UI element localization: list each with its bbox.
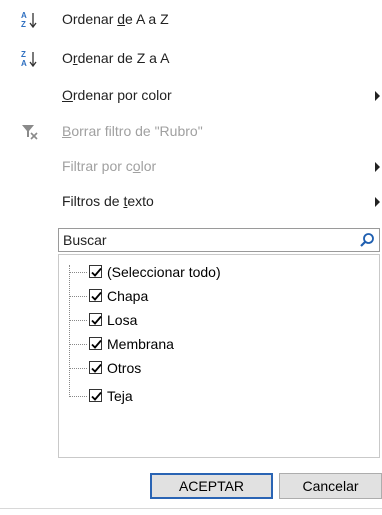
checkbox[interactable]	[89, 289, 102, 302]
text-filters-label: Filtros de texto	[62, 193, 154, 209]
filter-by-color-label: Filtrar por color	[62, 158, 157, 174]
cancel-button[interactable]: Cancelar	[279, 473, 382, 499]
clear-filter-item[interactable]: Borrar filtro de "Rubro"	[0, 120, 382, 144]
search-input[interactable]	[59, 229, 353, 251]
chevron-right-icon	[375, 197, 380, 207]
search-icon[interactable]	[359, 232, 375, 248]
svg-text:Z: Z	[21, 20, 26, 29]
filter-by-color-item[interactable]: Filtrar por color	[0, 155, 382, 179]
sort-a-to-z-label: Ordenar de A a Z	[62, 11, 169, 27]
list-item-label: Chapa	[107, 288, 149, 304]
sort-ascending-icon: A Z	[20, 10, 40, 30]
divider	[0, 508, 382, 509]
sort-a-to-z-item[interactable]: A Z Ordenar de A a Z	[0, 8, 382, 32]
checkbox[interactable]	[89, 361, 102, 374]
list-item-label: (Seleccionar todo)	[107, 264, 221, 280]
checkbox-select-all[interactable]	[89, 265, 102, 278]
search-box	[58, 228, 380, 252]
chevron-right-icon	[375, 91, 380, 101]
svg-text:Z: Z	[21, 50, 26, 59]
checkbox[interactable]	[89, 313, 102, 326]
list-item-label: Otros	[107, 360, 142, 376]
sort-by-color-label: Ordenar por color	[62, 87, 172, 103]
text-filters-item[interactable]: Filtros de texto	[0, 190, 382, 214]
checkbox[interactable]	[89, 337, 102, 350]
clear-filter-label: Borrar filtro de "Rubro"	[62, 123, 203, 139]
ok-button[interactable]: ACEPTAR	[150, 473, 273, 499]
clear-filter-icon	[20, 122, 40, 142]
sort-by-color-item[interactable]: Ordenar por color	[0, 84, 382, 108]
value-list[interactable]: (Seleccionar todo) Chapa Losa Membrana O…	[58, 254, 380, 458]
sort-z-to-a-item[interactable]: Z A Ordenar de Z a A	[0, 47, 382, 71]
autofilter-menu: A Z Ordenar de A a Z Z A Ordenar de Z a …	[0, 0, 382, 515]
list-item-label: Membrana	[107, 336, 174, 352]
list-item-label: Losa	[107, 312, 138, 328]
svg-text:A: A	[21, 11, 27, 20]
checkbox[interactable]	[89, 389, 102, 402]
sort-descending-icon: Z A	[20, 49, 40, 69]
chevron-right-icon	[375, 162, 380, 172]
sort-z-to-a-label: Ordenar de Z a A	[62, 50, 170, 66]
svg-text:A: A	[21, 59, 27, 68]
list-item-label: Teja	[107, 388, 133, 404]
